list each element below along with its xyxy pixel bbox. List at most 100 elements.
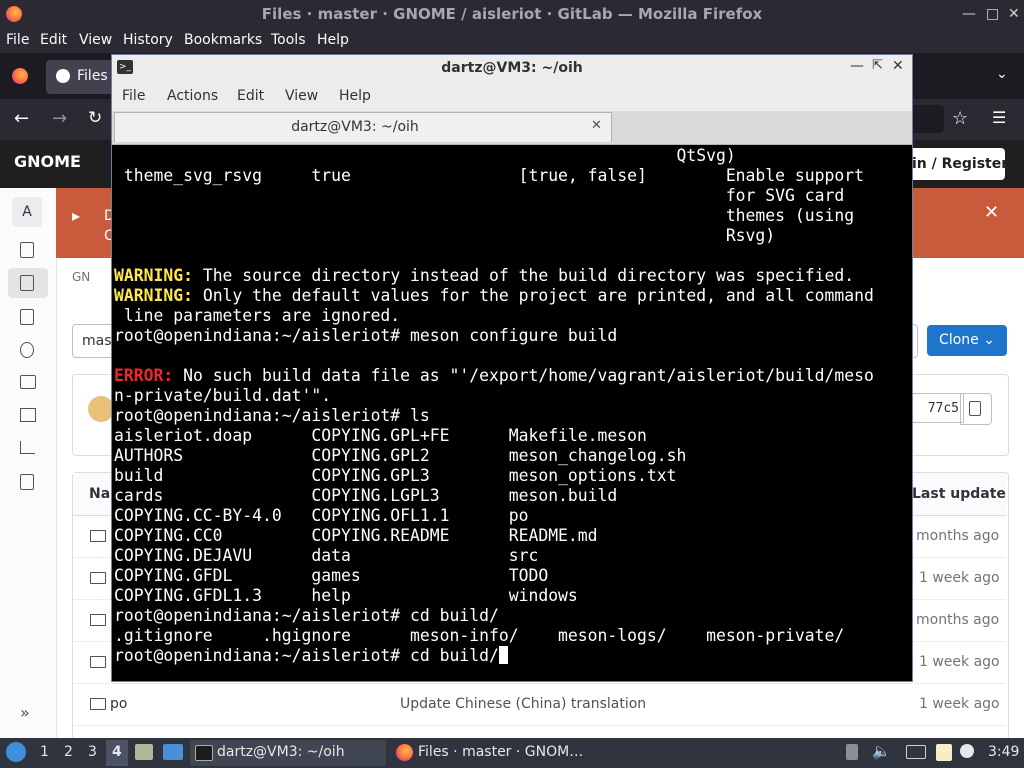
- terminal-line-text: COPYING.GFDL games TODO: [114, 566, 549, 585]
- terminal-line-text: root@openindiana:~/aisleriot# cd build/: [114, 606, 499, 625]
- expand-sidebar-icon[interactable]: »: [20, 703, 30, 722]
- volume-icon[interactable]: 🔈: [872, 742, 891, 760]
- menu-bookmarks[interactable]: Bookmarks: [184, 32, 262, 48]
- workspace-3[interactable]: 3: [88, 744, 97, 760]
- terminal-line: AUTHORS COPYING.GPL2 meson_changelog.sh: [114, 446, 910, 466]
- bookmark-star-icon[interactable]: ☆: [952, 108, 968, 129]
- terminal-minimize-icon[interactable]: —: [850, 58, 864, 74]
- start-menu-icon[interactable]: [6, 742, 26, 762]
- menu-file[interactable]: File: [6, 32, 29, 48]
- terminal-menubar: [112, 81, 912, 111]
- commit-sha[interactable]: 77c5: [910, 393, 964, 423]
- warning-prefix: WARNING:: [114, 286, 193, 305]
- row-time: months ago: [916, 528, 1000, 544]
- terminal-menu-file[interactable]: File: [122, 88, 145, 104]
- project-info-icon[interactable]: [20, 242, 34, 258]
- issues-icon[interactable]: [20, 309, 34, 325]
- terminal-line: QtSvg): [114, 146, 910, 166]
- terminal-maximize-icon[interactable]: ⇱: [872, 58, 883, 73]
- terminal-line-text: COPYING.CC-BY-4.0 COPYING.OFL1.1 po: [114, 506, 529, 525]
- terminal-line: COPYING.GFDL1.3 help windows: [114, 586, 910, 606]
- clone-button[interactable]: Clone ⌄: [927, 325, 1007, 356]
- terminal-menu-view[interactable]: View: [285, 88, 318, 104]
- notes-icon[interactable]: [936, 744, 952, 761]
- terminal-line-text: cards COPYING.LGPL3 meson.build: [114, 486, 618, 505]
- menu-view[interactable]: View: [79, 32, 112, 48]
- terminal-line: build COPYING.GPL3 meson_options.txt: [114, 466, 910, 486]
- menu-edit[interactable]: Edit: [40, 32, 67, 48]
- terminal-line: root@openindiana:~/aisleriot# ls: [114, 406, 910, 426]
- reload-icon[interactable]: ↻: [88, 108, 102, 128]
- terminal-line-text: COPYING.GFDL1.3 help windows: [114, 586, 578, 605]
- terminal-line: WARNING: The source directory instead of…: [114, 266, 910, 286]
- terminal-line: COPYING.GFDL games TODO: [114, 566, 910, 586]
- folder-icon: [90, 530, 106, 542]
- terminal-line-text: aisleriot.doap COPYING.GPL+FE Makefile.m…: [114, 426, 647, 445]
- merge-requests-icon[interactable]: [20, 342, 34, 358]
- terminal-prompt-line[interactable]: root@openindiana:~/aisleriot# cd build/: [114, 646, 910, 666]
- wiki-icon[interactable]: [20, 474, 34, 490]
- terminal-line: .gitignore .hgignore meson-info/ meson-l…: [114, 626, 910, 646]
- terminal-line: for SVG card: [114, 186, 910, 206]
- terminal-line-text: themes (using: [114, 206, 855, 225]
- menu-help[interactable]: Help: [317, 32, 349, 48]
- terminal-output[interactable]: QtSvg) theme_svg_rsvg true [true, false]…: [114, 146, 910, 680]
- workspace-4[interactable]: 4: [112, 744, 122, 760]
- show-desktop-icon[interactable]: [135, 744, 153, 760]
- menu-tools[interactable]: Tools: [271, 32, 306, 48]
- breadcrumb[interactable]: GN: [72, 270, 90, 284]
- menu-history[interactable]: History: [123, 32, 173, 48]
- notifications-icon[interactable]: [960, 744, 974, 758]
- terminal-line-text: COPYING.DEJAVU data src: [114, 546, 539, 565]
- folder-icon: [90, 572, 106, 584]
- monitor-icon[interactable]: [20, 408, 36, 422]
- terminal-line-text: COPYING.CC0 COPYING.README README.md: [114, 526, 598, 545]
- terminal-line: COPYING.CC-BY-4.0 COPYING.OFL1.1 po: [114, 506, 910, 526]
- list-tabs-icon[interactable]: ⌄: [996, 66, 1008, 82]
- terminal-line-text: The source directory instead of the buil…: [192, 266, 855, 285]
- firefox-view-icon[interactable]: [12, 68, 28, 84]
- error-prefix: ERROR:: [114, 366, 174, 385]
- terminal-line-text: No such build data file as "'/export/hom…: [173, 366, 874, 385]
- task-terminal-label: dartz@VM3: ~/oih: [217, 744, 345, 760]
- terminal-close-icon[interactable]: ✕: [892, 58, 904, 74]
- workspace-2[interactable]: 2: [64, 744, 73, 760]
- row-commit-message[interactable]: Update Chinese (China) translation: [400, 696, 646, 712]
- terminal-line-text: QtSvg): [114, 146, 736, 165]
- terminal-line: Rsvg): [114, 226, 910, 246]
- terminal-line-text: root@openindiana:~/aisleriot# meson conf…: [114, 326, 618, 345]
- forward-icon[interactable]: →: [52, 108, 67, 129]
- terminal-line-text: n-private/build.dat'".: [114, 386, 332, 405]
- terminal-menu-help[interactable]: Help: [339, 88, 371, 104]
- clock[interactable]: 3:49: [988, 744, 1019, 760]
- terminal-line-text: AUTHORS COPYING.GPL2 meson_changelog.sh: [114, 446, 687, 465]
- clipboard-icon[interactable]: [846, 744, 858, 760]
- tab-title: Files: [77, 68, 108, 84]
- back-icon[interactable]: ←: [14, 108, 29, 129]
- terminal-menu-actions[interactable]: Actions: [167, 88, 218, 104]
- app-menu-icon[interactable]: ☰: [992, 108, 1006, 127]
- folder-icon: [90, 656, 106, 668]
- terminal-line-text: root@openindiana:~/aisleriot# ls: [114, 406, 430, 425]
- close-icon[interactable]: ✕: [1008, 6, 1020, 22]
- url-bar[interactable]: [910, 105, 944, 133]
- analytics-icon[interactable]: [20, 441, 35, 454]
- project-avatar[interactable]: A: [12, 197, 42, 227]
- workspace-1[interactable]: 1: [40, 744, 49, 760]
- terminal-tab-label: dartz@VM3: ~/oih: [291, 119, 419, 135]
- warning-prefix: WARNING:: [114, 266, 193, 285]
- gnome-logo[interactable]: GNOME: [14, 152, 81, 171]
- file-manager-icon[interactable]: [163, 744, 183, 760]
- terminal-line-text: .gitignore .hgignore meson-info/ meson-l…: [114, 626, 845, 645]
- minimize-icon[interactable]: —: [962, 6, 976, 22]
- terminal-tab-close-icon[interactable]: ✕: [591, 118, 602, 133]
- row-name[interactable]: po: [110, 696, 127, 712]
- terminal-task-icon: [195, 745, 213, 761]
- terminal-menu-edit[interactable]: Edit: [237, 88, 264, 104]
- keyboard-icon[interactable]: [906, 745, 926, 759]
- maximize-icon[interactable]: □: [986, 6, 999, 22]
- banner-close-icon[interactable]: ✕: [984, 202, 999, 223]
- terminal-line: aisleriot.doap COPYING.GPL+FE Makefile.m…: [114, 426, 910, 446]
- deployments-icon[interactable]: [20, 375, 36, 389]
